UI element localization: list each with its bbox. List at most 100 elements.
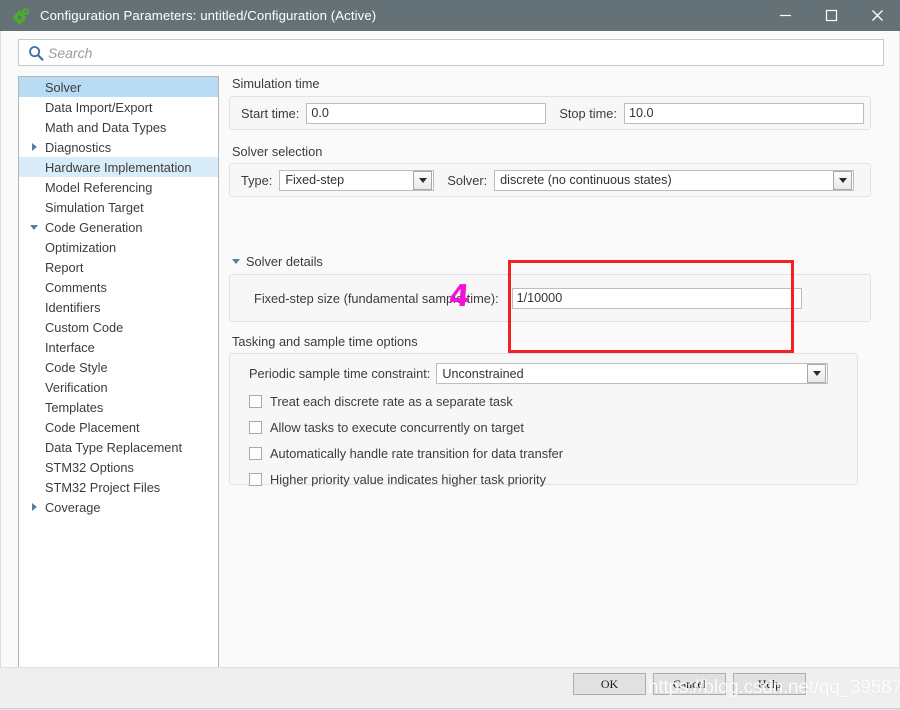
checkbox-1[interactable]	[249, 394, 262, 408]
simulation-time-panel: Start time: 0.0 Stop time: 10.0	[229, 96, 871, 130]
configuration-parameters-window: Configuration Parameters: untitled/Confi…	[0, 0, 900, 710]
search-input[interactable]: Search	[18, 39, 884, 66]
sidebar-item-label: Diagnostics	[45, 139, 112, 155]
periodic-sample-time-label: Periodic sample time constraint:	[249, 366, 431, 381]
start-time-label: Start time:	[241, 105, 300, 121]
sidebar-item-identifiers[interactable]: Identifiers	[19, 297, 218, 317]
sidebar-item-label: Identifiers	[45, 299, 101, 315]
sidebar-item-math-and-data-types[interactable]: Math and Data Types	[19, 117, 218, 137]
sidebar-item-simulation-target[interactable]: Simulation Target	[19, 197, 218, 217]
chevron-right-icon[interactable]	[27, 503, 41, 511]
sidebar-item-diagnostics[interactable]: Diagnostics	[19, 137, 218, 157]
maximize-button[interactable]	[808, 0, 854, 31]
checkbox-label: Treat each discrete rate as a separate t…	[270, 393, 513, 409]
sidebar-item-label: Math and Data Types	[45, 119, 167, 135]
sidebar-item-model-referencing[interactable]: Model Referencing	[19, 177, 218, 197]
sidebar-item-label: Code Placement	[45, 419, 140, 435]
periodic-sample-time-value: Unconstrained	[442, 366, 524, 381]
sidebar-item-label: Simulation Target	[45, 199, 144, 215]
sidebar-item-label: Custom Code	[45, 319, 124, 335]
search-icon	[24, 45, 48, 61]
client-area: Search Solver Data Import/Export Math and …	[0, 31, 900, 686]
periodic-sample-time-row: Periodic sample time constraint: Unconst…	[249, 363, 857, 384]
sidebar-item-label: STM32 Project Files	[45, 479, 161, 495]
start-time-field[interactable]: 0.0	[306, 102, 547, 124]
chevron-down-icon[interactable]	[27, 224, 41, 230]
sidebar-item-code-style[interactable]: Code Style	[19, 357, 218, 377]
checkbox-label: Higher priority value indicates higher t…	[270, 471, 546, 487]
sidebar-item-stm32-options[interactable]: STM32 Options	[19, 457, 218, 477]
settings-tree[interactable]: Solver Data Import/Export Math and Data Ty…	[18, 76, 219, 686]
solver-type-value: Fixed-step	[285, 173, 345, 187]
checkbox-3[interactable]	[249, 446, 262, 460]
tasking-checkbox-row[interactable]: Treat each discrete rate as a separate t…	[249, 388, 857, 414]
checkbox-4[interactable]	[249, 472, 262, 486]
sidebar-item-label: Coverage	[45, 499, 101, 515]
checkbox-label: Automatically handle rate transition for…	[270, 445, 564, 461]
checkbox-2[interactable]	[249, 420, 262, 434]
solver-selection-group-label: Solver selection	[232, 144, 323, 159]
close-button[interactable]	[854, 0, 900, 31]
sidebar-item-label: Code Generation	[45, 219, 143, 235]
solver-selection-panel: Type: Fixed-step Solver: discrete (no co…	[229, 163, 871, 197]
sidebar-item-hardware-implementation[interactable]: Hardware Implementation	[19, 157, 218, 177]
periodic-sample-time-dropdown[interactable]: Unconstrained	[436, 363, 829, 384]
chevron-right-icon[interactable]	[27, 143, 41, 151]
sidebar-item-stm32-project-files[interactable]: STM32 Project Files	[19, 477, 218, 497]
tasking-group-label: Tasking and sample time options	[232, 334, 418, 349]
sidebar-item-label: Data Type Replacement	[45, 439, 183, 455]
annotation-number-4: 4	[447, 279, 472, 314]
chevron-down-icon[interactable]	[413, 170, 433, 190]
search-placeholder: Search	[48, 44, 93, 61]
minimize-button[interactable]	[762, 0, 808, 31]
sidebar-item-label: Templates	[45, 399, 104, 415]
solver-details-section-header[interactable]: Solver details	[232, 254, 323, 269]
sidebar-item-custom-code[interactable]: Custom Code	[19, 317, 218, 337]
fixed-step-size-panel: Fixed-step size (fundamental sample time…	[229, 274, 871, 322]
solver-dropdown[interactable]: discrete (no continuous states)	[494, 169, 855, 191]
stop-time-label: Stop time:	[559, 105, 617, 121]
sidebar-item-interface[interactable]: Interface	[19, 337, 218, 357]
chevron-down-icon[interactable]	[807, 364, 827, 383]
sidebar-item-coverage[interactable]: Coverage	[19, 497, 218, 517]
sidebar-item-label: Comments	[45, 279, 107, 295]
stop-time-field[interactable]: 10.0	[623, 102, 864, 124]
solver-details-label: Solver details	[246, 254, 323, 269]
sidebar-item-label: Data Import/Export	[45, 99, 153, 115]
tasking-checkbox-row[interactable]: Higher priority value indicates higher t…	[249, 466, 857, 492]
sidebar-item-data-type-replacement[interactable]: Data Type Replacement	[19, 437, 218, 457]
ok-button-label: OK	[600, 676, 619, 691]
checkbox-label: Allow tasks to execute concurrently on t…	[270, 419, 524, 435]
main-pane: Simulation time Start time: 0.0 Stop tim…	[229, 76, 884, 686]
chevron-down-icon[interactable]	[833, 170, 853, 190]
sidebar-item-comments[interactable]: Comments	[19, 277, 218, 297]
sidebar-item-optimization[interactable]: Optimization	[19, 237, 218, 257]
watermark-text: https://blog.csdn.net/qq_39587650	[648, 677, 900, 698]
sidebar-item-label: Hardware Implementation	[45, 159, 192, 175]
sidebar-item-label: Report	[45, 259, 84, 275]
sidebar-item-label: Model Referencing	[45, 179, 153, 195]
chevron-down-icon[interactable]	[232, 259, 240, 264]
ok-button[interactable]: OK	[573, 673, 646, 695]
window-controls	[762, 0, 900, 31]
window-title: Configuration Parameters: untitled/Confi…	[40, 8, 377, 23]
tasking-panel: Periodic sample time constraint: Unconst…	[229, 353, 858, 487]
sidebar-item-label: Solver	[45, 79, 82, 95]
green-gear-icon	[11, 6, 31, 26]
solver-value: discrete (no continuous states)	[500, 173, 672, 187]
tasking-checkbox-row[interactable]: Automatically handle rate transition for…	[249, 440, 857, 466]
sidebar-item-report[interactable]: Report	[19, 257, 218, 277]
sidebar-item-templates[interactable]: Templates	[19, 397, 218, 417]
solver-type-dropdown[interactable]: Fixed-step	[279, 169, 435, 191]
sidebar-item-code-placement[interactable]: Code Placement	[19, 417, 218, 437]
fixed-step-size-field[interactable]: 1/10000	[511, 287, 802, 309]
solver-label: Solver:	[447, 172, 488, 188]
simulation-time-group-label: Simulation time	[232, 76, 320, 91]
sidebar-item-label: Optimization	[45, 239, 117, 255]
sidebar-item-code-generation[interactable]: Code Generation	[19, 217, 218, 237]
sidebar-item-verification[interactable]: Verification	[19, 377, 218, 397]
sidebar-item-data-import-export[interactable]: Data Import/Export	[19, 97, 218, 117]
sidebar-item-label: STM32 Options	[45, 459, 134, 475]
sidebar-item-solver[interactable]: Solver	[19, 77, 218, 97]
tasking-checkbox-row[interactable]: Allow tasks to execute concurrently on t…	[249, 414, 857, 440]
